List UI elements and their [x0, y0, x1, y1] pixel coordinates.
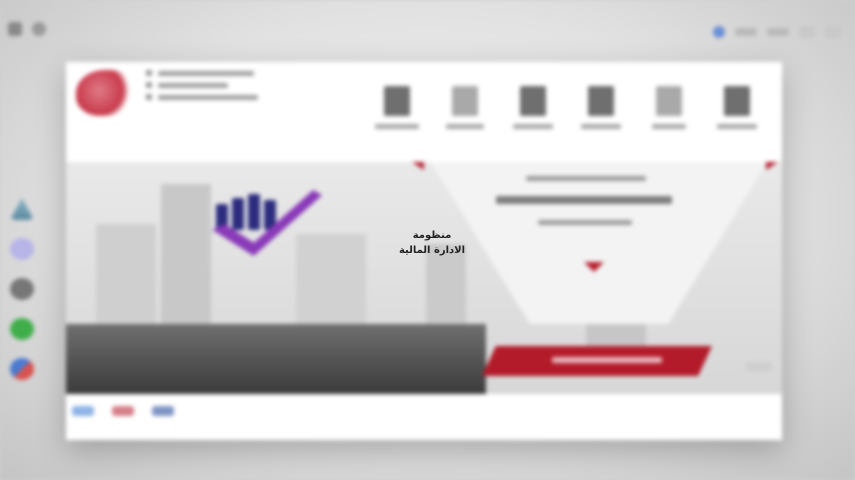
- footer-button[interactable]: [72, 406, 94, 416]
- menu-icon[interactable]: [8, 22, 22, 36]
- toolbar-icon-5: [656, 86, 682, 116]
- dock: [10, 198, 34, 380]
- contact-info: [146, 70, 258, 100]
- welcome-text-placeholder: [538, 220, 632, 225]
- info-button[interactable]: [746, 362, 772, 372]
- app-title-line1: منظومة: [412, 230, 452, 241]
- brand-bar: [232, 198, 244, 230]
- toolbar-item[interactable]: [508, 86, 558, 129]
- footer-button[interactable]: [112, 406, 134, 416]
- brand-emblem: [212, 186, 326, 260]
- email-icon: [146, 82, 152, 88]
- toolbar-item[interactable]: [372, 86, 422, 129]
- toolbar-item[interactable]: [576, 86, 626, 129]
- app-footer: [66, 394, 782, 440]
- web-icon: [146, 94, 152, 100]
- toolbar-label-placeholder: [652, 124, 686, 129]
- welcome-text-placeholder: [496, 196, 672, 204]
- toolbar-label-placeholder: [446, 124, 484, 129]
- app-header: [66, 62, 782, 154]
- welcome-text-placeholder: [526, 176, 646, 181]
- system-tray: [8, 22, 46, 36]
- hero-shadow-strip: [66, 324, 486, 394]
- settings-icon[interactable]: [10, 278, 34, 300]
- chat-icon[interactable]: [10, 318, 34, 340]
- drive-icon[interactable]: [10, 198, 34, 220]
- close-icon[interactable]: [825, 26, 841, 38]
- corner-accent: [766, 162, 778, 170]
- toolbar-icon-4: [588, 86, 614, 116]
- app-title: منظومة الادارة المالية: [392, 228, 472, 258]
- toolbar-item[interactable]: [644, 86, 694, 129]
- contact-row: [146, 70, 258, 76]
- status-indicator: [735, 28, 757, 36]
- toolbar-label-placeholder: [717, 124, 757, 129]
- toolbar-label-placeholder: [375, 124, 419, 129]
- company-logo: [76, 70, 134, 116]
- toolbar-label-placeholder: [513, 124, 553, 129]
- clock-icon[interactable]: [32, 22, 46, 36]
- hero-banner: [66, 162, 782, 394]
- toolbar-label-placeholder: [581, 124, 621, 129]
- brand-bar: [248, 194, 260, 230]
- welcome-panel: [426, 162, 772, 324]
- contact-row: [146, 94, 258, 100]
- toolbar-icon-3: [520, 86, 546, 116]
- browser-icon[interactable]: [10, 358, 34, 380]
- login-button[interactable]: [482, 346, 712, 376]
- phone-icon: [146, 70, 152, 76]
- network-icon[interactable]: [713, 26, 725, 38]
- toolbar-item[interactable]: [712, 86, 762, 129]
- contact-placeholder: [158, 82, 228, 88]
- corner-accent: [412, 162, 424, 170]
- toolbar-item[interactable]: [440, 86, 490, 129]
- main-toolbar: [372, 86, 762, 129]
- status-indicator: [767, 28, 789, 36]
- app-icon[interactable]: [10, 238, 34, 260]
- toolbar-icon-2: [452, 86, 478, 116]
- toolbar-icon-1: [384, 86, 410, 116]
- contact-row: [146, 82, 258, 88]
- footer-actions: [72, 406, 174, 416]
- login-label-placeholder: [552, 357, 662, 363]
- footer-button[interactable]: [152, 406, 174, 416]
- app-title-line2: الادارة المالية: [398, 245, 466, 256]
- contact-placeholder: [158, 70, 254, 76]
- toolbar-icon-6: [724, 86, 750, 116]
- window-controls: [713, 26, 841, 38]
- contact-placeholder: [158, 94, 258, 100]
- minimize-icon[interactable]: [799, 26, 815, 38]
